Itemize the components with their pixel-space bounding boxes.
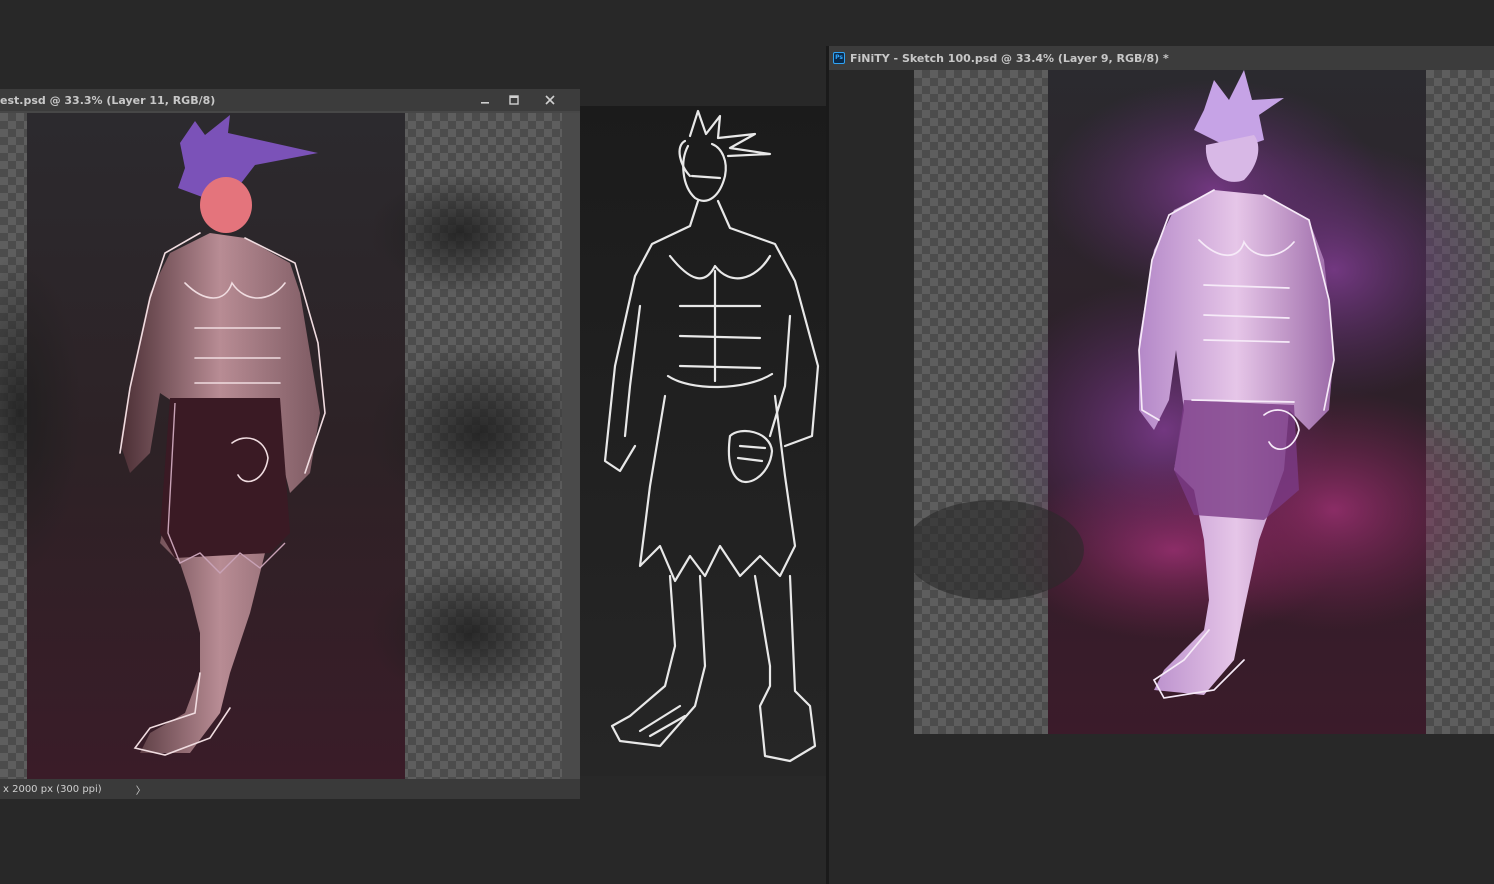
left-painting-canvas bbox=[0, 113, 562, 779]
left-status-bar: x 2000 px (300 ppi) 〉 bbox=[0, 779, 580, 799]
left-document-titlebar[interactable]: est.psd @ 33.3% (Layer 11, RGB/8) bbox=[0, 89, 580, 111]
minimize-button[interactable] bbox=[474, 91, 496, 109]
photoshop-app-icon: Ps bbox=[833, 52, 845, 64]
sketch-lineart-canvas bbox=[580, 106, 828, 776]
left-document-window[interactable]: est.psd @ 33.3% (Layer 11, RGB/8) x 2000… bbox=[0, 89, 580, 799]
document-size-readout: x 2000 px (300 ppi) bbox=[3, 783, 102, 795]
minimize-icon bbox=[481, 102, 489, 104]
status-menu-arrow[interactable]: 〉 bbox=[136, 782, 146, 797]
left-vertical-scrollbar[interactable] bbox=[562, 113, 580, 779]
sketch-window-background[interactable] bbox=[580, 106, 828, 776]
right-document-window[interactable]: Ps FiNiTY - Sketch 100.psd @ 33.4% (Laye… bbox=[829, 46, 1494, 884]
right-painting-canvas bbox=[914, 70, 1494, 734]
right-document-title: FiNiTY - Sketch 100.psd @ 33.4% (Layer 9… bbox=[850, 51, 1169, 65]
left-document-title: est.psd @ 33.3% (Layer 11, RGB/8) bbox=[0, 93, 216, 107]
maximize-icon bbox=[509, 95, 519, 105]
right-document-titlebar[interactable]: Ps FiNiTY - Sketch 100.psd @ 33.4% (Laye… bbox=[829, 46, 1494, 70]
close-button[interactable] bbox=[539, 91, 561, 109]
close-icon bbox=[545, 95, 555, 105]
maximize-button[interactable] bbox=[503, 91, 525, 109]
